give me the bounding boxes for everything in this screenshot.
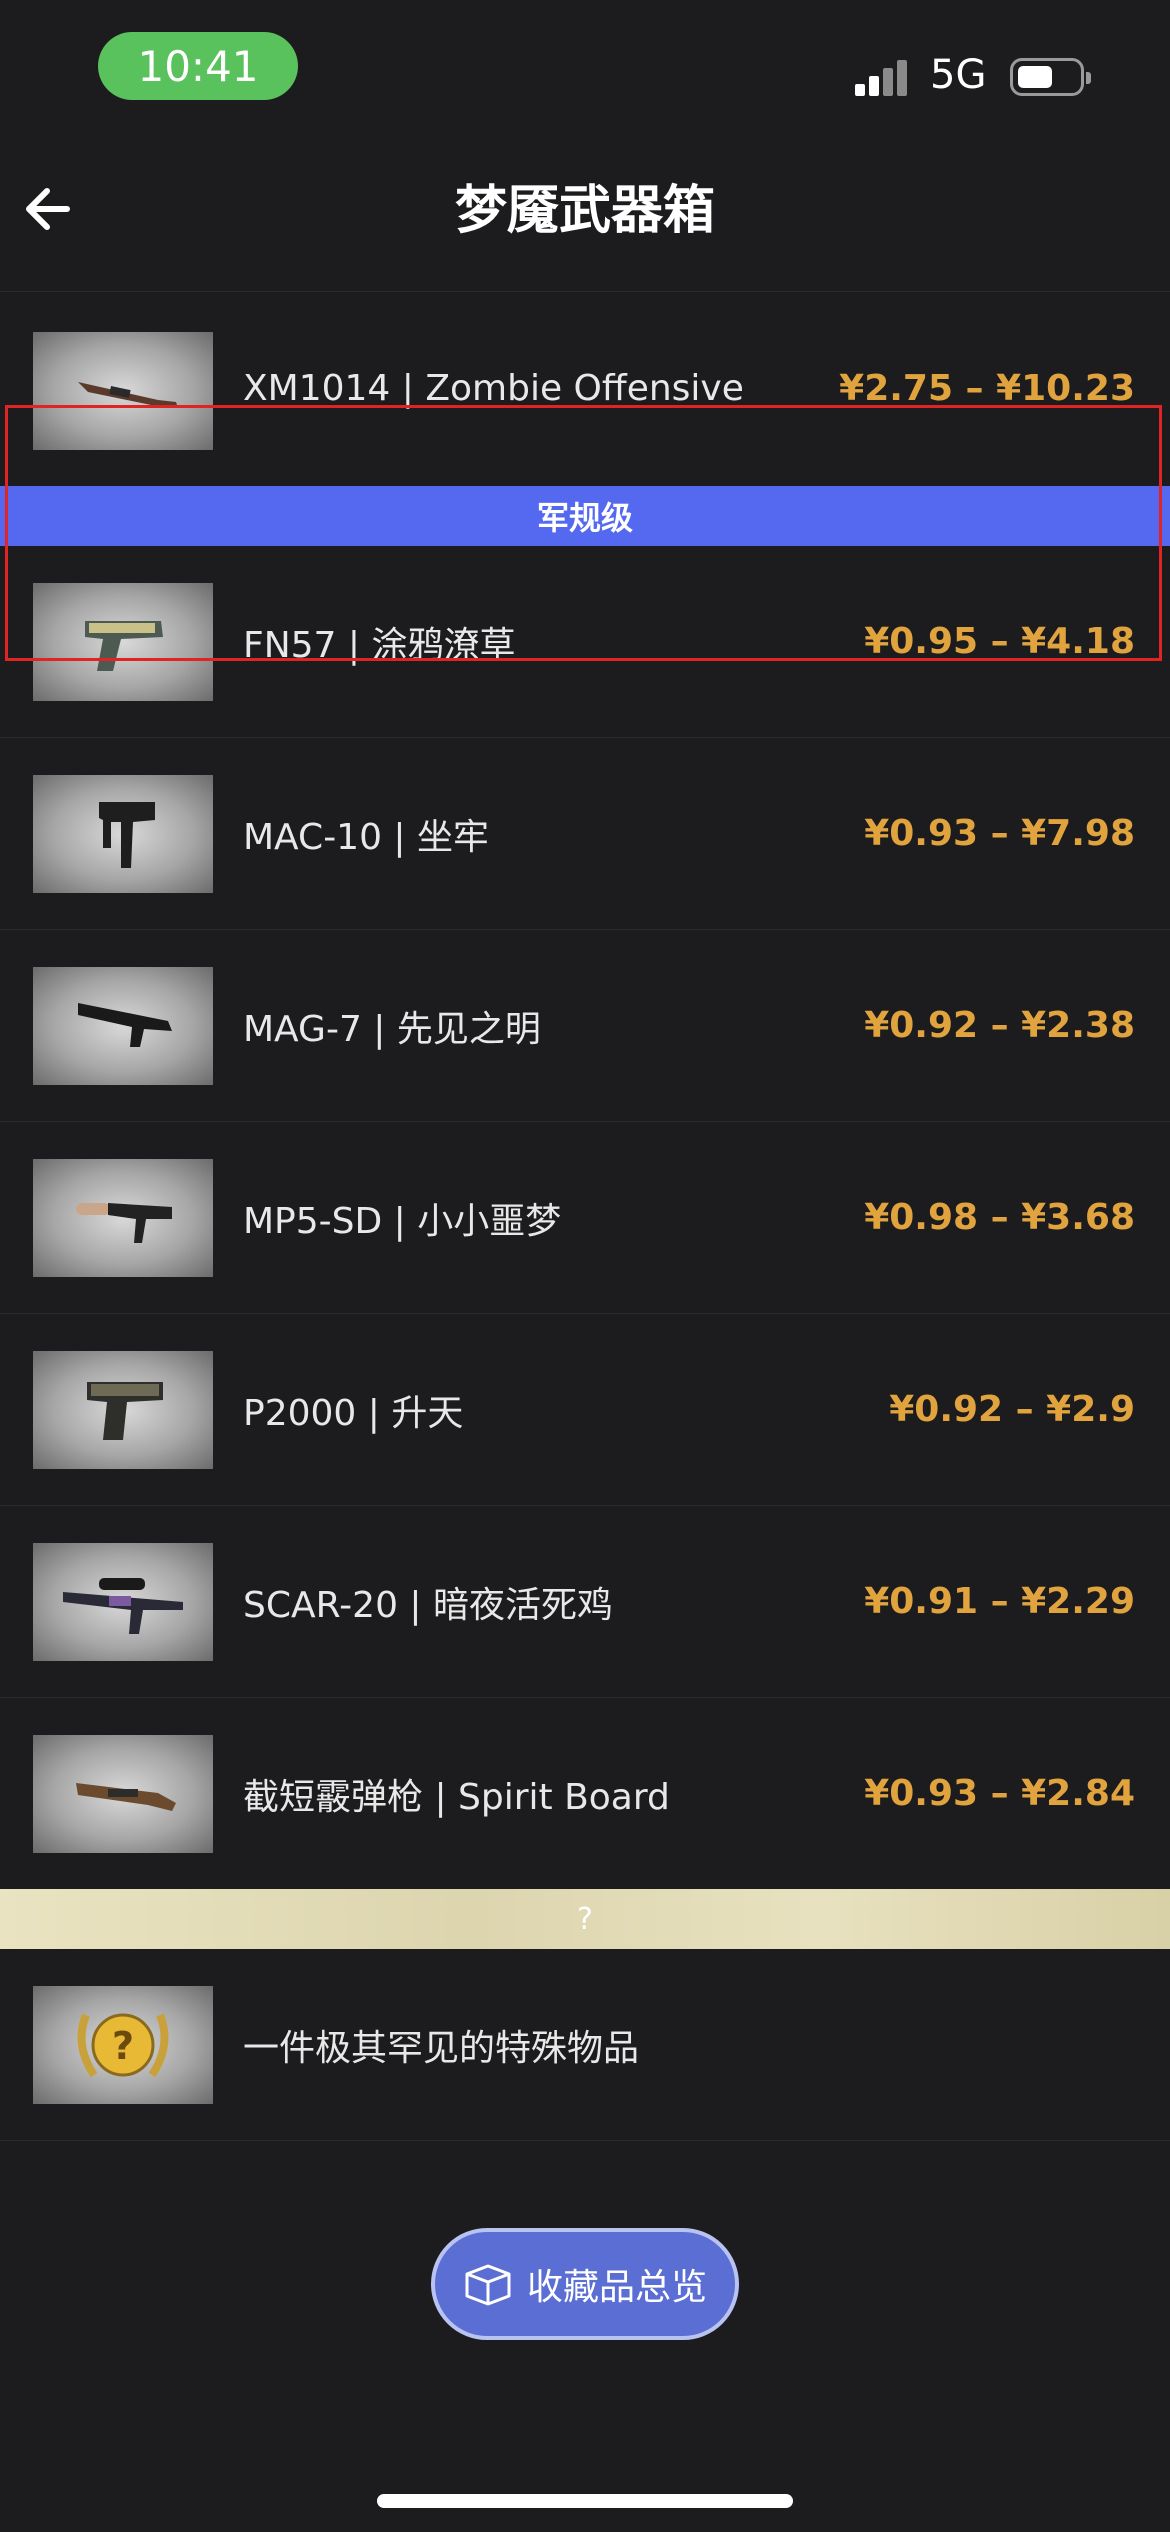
collection-overview-label: 收藏品总览 [526, 2267, 707, 2308]
sniper-rifle-icon [33, 1542, 213, 1661]
smg-icon [33, 774, 213, 893]
shotgun-icon [33, 1734, 213, 1853]
smg-icon [33, 1158, 213, 1277]
status-time: 10:41 [98, 32, 298, 100]
item-price: ¥0.93 – ¥7.98 [864, 813, 1135, 854]
network-label: 5G [930, 52, 987, 98]
item-name: P2000 | 升天 [243, 1392, 464, 1434]
item-price: ¥0.98 – ¥3.68 [864, 1197, 1135, 1238]
item-price: ¥0.92 – ¥2.9 [889, 1389, 1135, 1430]
pistol-icon [33, 582, 213, 701]
item-price: ¥0.92 – ¥2.38 [864, 1005, 1135, 1046]
pistol-icon [33, 1350, 213, 1469]
item-price: ¥0.91 – ¥2.29 [864, 1581, 1135, 1622]
box-icon [465, 2264, 511, 2306]
item-price: ¥0.95 – ¥4.18 [864, 621, 1135, 662]
cellular-signal-icon [855, 60, 907, 96]
rare-special-item-icon: ? [33, 1985, 213, 2104]
rare-item-list: ? 一件极其罕见的特殊物品 [0, 1949, 1170, 2141]
item-name: MAC-10 | 坐牢 [243, 816, 490, 858]
list-item[interactable]: 截短霰弹枪 | Spirit Board ¥0.93 – ¥2.84 [0, 1698, 1170, 1890]
item-name: FN57 | 涂鸦潦草 [243, 624, 516, 666]
list-item[interactable]: MAC-10 | 坐牢 ¥0.93 – ¥7.98 [0, 738, 1170, 930]
page-title: 梦魇武器箱 [454, 181, 715, 241]
item-name: SCAR-20 | 暗夜活死鸡 [243, 1584, 613, 1626]
item-price: ¥0.93 – ¥2.84 [864, 1773, 1135, 1814]
nav-bar: 梦魇武器箱 [0, 140, 1170, 292]
item-list-mil-spec: FN57 | 涂鸦潦草 ¥0.95 – ¥4.18 MAC-10 | 坐牢 ¥0… [0, 546, 1170, 1890]
item-name: XM1014 | Zombie Offensive [243, 368, 744, 409]
list-item[interactable]: XM1014 | Zombie Offensive ¥2.75 – ¥10.23 [0, 292, 1170, 450]
list-item[interactable]: FN57 | 涂鸦潦草 ¥0.95 – ¥4.18 [0, 546, 1170, 738]
rare-grade-header: ? [0, 1889, 1170, 1949]
item-list: XM1014 | Zombie Offensive ¥2.75 – ¥10.23 [0, 292, 1170, 450]
grade-header-mil-spec: 军规级 [0, 486, 1170, 546]
collection-overview-button[interactable]: 收藏品总览 [431, 2228, 739, 2340]
list-item[interactable]: MP5-SD | 小小噩梦 ¥0.98 – ¥3.68 [0, 1122, 1170, 1314]
shotgun-icon [33, 332, 213, 450]
list-item[interactable]: ? 一件极其罕见的特殊物品 [0, 1949, 1170, 2141]
item-name: MP5-SD | 小小噩梦 [243, 1200, 562, 1242]
item-name: MAG-7 | 先见之明 [243, 1008, 541, 1050]
list-item[interactable]: SCAR-20 | 暗夜活死鸡 ¥0.91 – ¥2.29 [0, 1506, 1170, 1698]
svg-text:?: ? [112, 2024, 134, 2068]
item-name: 一件极其罕见的特殊物品 [243, 2027, 640, 2069]
status-bar: 10:41 5G [0, 0, 1170, 140]
list-item[interactable]: MAG-7 | 先见之明 ¥0.92 – ¥2.38 [0, 930, 1170, 1122]
item-name: 截短霰弹枪 | Spirit Board [243, 1776, 670, 1818]
shotgun-icon [33, 966, 213, 1085]
list-item[interactable]: P2000 | 升天 ¥0.92 – ¥2.9 [0, 1314, 1170, 1506]
home-indicator[interactable] [377, 2494, 793, 2508]
battery-icon [1010, 58, 1091, 96]
item-price: ¥2.75 – ¥10.23 [839, 368, 1135, 409]
